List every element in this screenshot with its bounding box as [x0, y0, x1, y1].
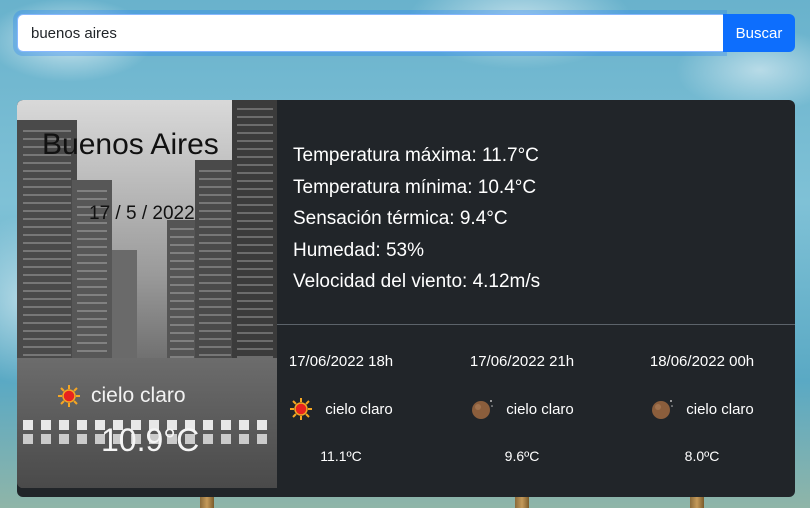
forecast-description: cielo claro: [325, 400, 393, 418]
current-description: cielo claro: [91, 384, 186, 407]
detail-feels-like: Sensación térmica: 9.4°C: [293, 208, 508, 229]
moon-icon: [472, 400, 494, 419]
forecast-description: cielo claro: [686, 400, 754, 418]
forecast-temperature: 8.0ºC: [684, 448, 720, 464]
forecast-time: 17/06/2022 18h: [288, 353, 394, 370]
divider: [277, 324, 795, 325]
sun-icon: [58, 385, 80, 407]
detail-wind-speed: Velocidad del viento: 4.12m/s: [293, 271, 541, 292]
forecast-item: 17/06/2022 18h cielo claro 11.1ºC: [266, 340, 416, 464]
forecast-temperature: 9.6ºC: [504, 448, 540, 464]
city-name: Buenos Aires: [42, 128, 219, 161]
forecast-time: 18/06/2022 00h: [649, 353, 755, 370]
weather-card: Buenos Aires 17 / 5 / 2022 cielo claro 1…: [17, 100, 795, 497]
forecast-description: cielo claro: [506, 400, 574, 418]
search-button[interactable]: Buscar: [723, 14, 795, 52]
detail-humidity: Humedad: 53%: [293, 239, 424, 261]
current-condition: cielo claro: [57, 384, 186, 408]
search-input[interactable]: [17, 14, 723, 52]
detail-min-temp: Temperatura mínima: 10.4°C: [293, 176, 537, 198]
forecast-item: 17/06/2022 21h cielo claro 9.6ºC: [447, 340, 597, 464]
current-temperature: 10.9°C: [101, 422, 200, 458]
current-date: 17 / 5 / 2022: [89, 203, 195, 224]
forecast-temperature: 11.1ºC: [320, 448, 362, 464]
search-bar: Buscar: [17, 14, 795, 52]
moon-icon: [652, 400, 674, 419]
detail-max-temp: Temperatura máxima: 11.7°C: [293, 145, 539, 166]
weather-details: Temperatura máxima: 11.7°C Temperatura m…: [293, 140, 540, 298]
forecast-time: 17/06/2022 21h: [469, 353, 575, 370]
sun-icon: [290, 398, 313, 420]
forecast-item: 18/06/2022 00h cielo claro 8.0ºC: [627, 340, 777, 464]
